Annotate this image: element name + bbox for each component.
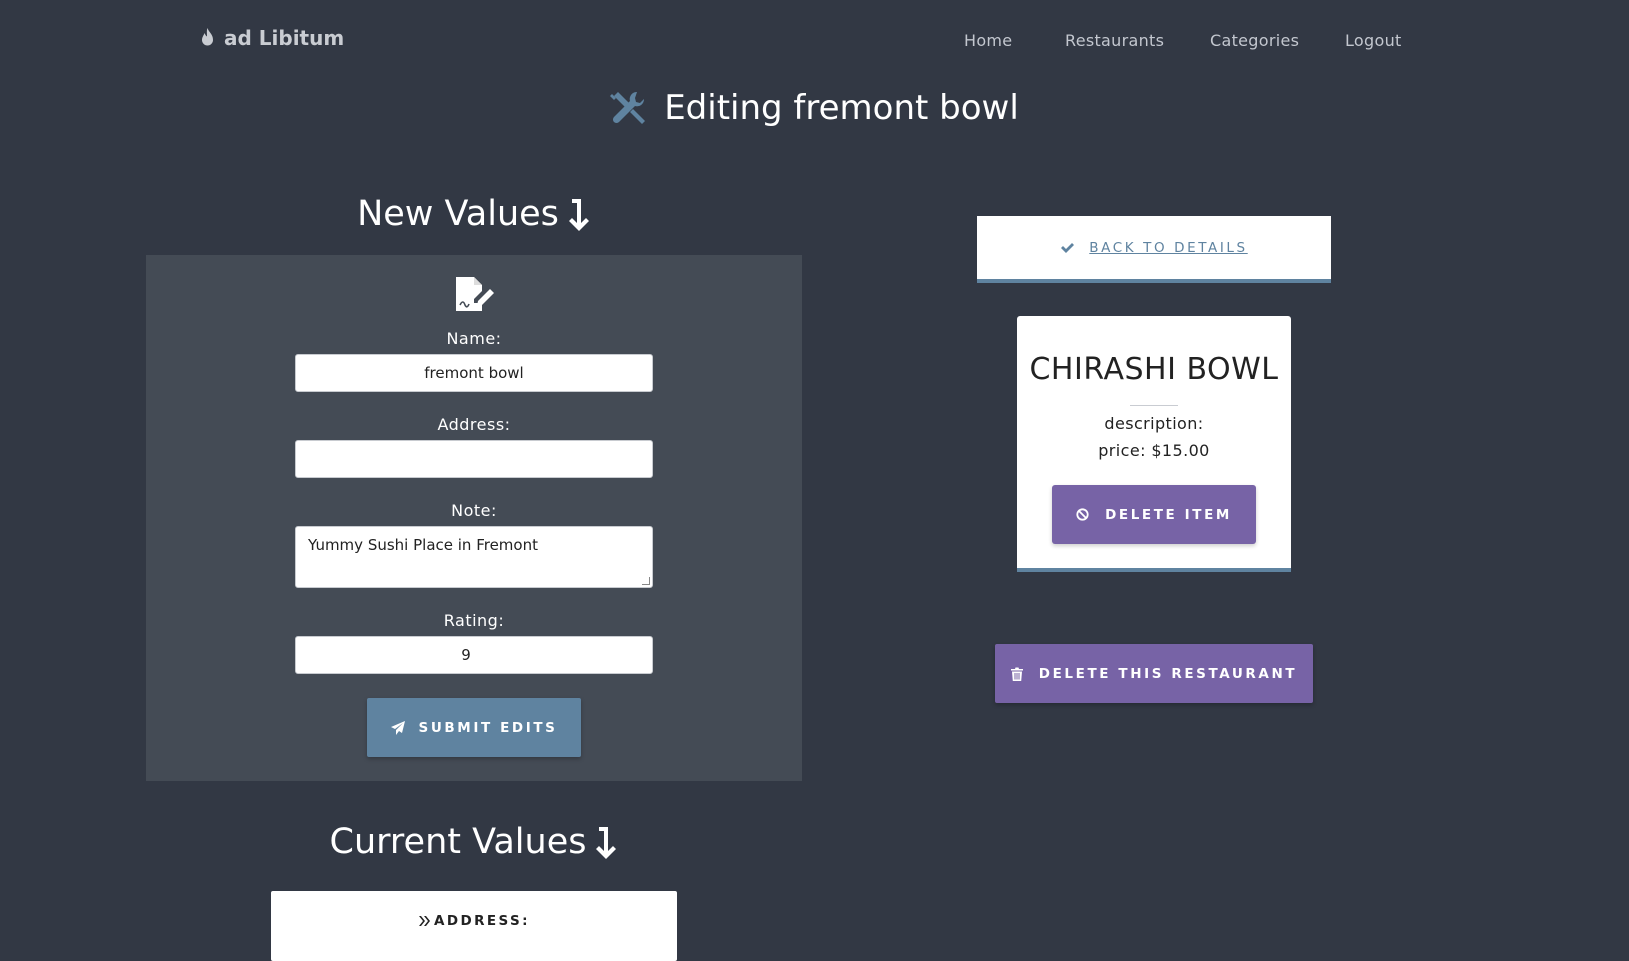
nav-link-home[interactable]: Home [964,31,1012,50]
new-values-heading: New Values [146,194,802,234]
arrow-down-icon [568,199,589,231]
current-values-card: ADDRESS: [271,891,677,961]
check-icon [1061,242,1075,253]
delete-item-button[interactable]: DELETE ITEM [1052,485,1256,544]
menu-item-card: CHIRASHI BOWL description: price: $15.00… [1017,316,1291,572]
note-label: Note: [451,501,497,520]
arrow-down-icon [596,827,617,859]
resize-handle[interactable] [642,577,650,585]
note-textarea[interactable]: Yummy Sushi Place in Fremont [295,526,653,588]
note-text: Yummy Sushi Place in Fremont [308,536,538,554]
new-values-heading-text: New Values [357,194,559,234]
back-card: BACK TO DETAILS [977,216,1331,283]
edit-form: Name: fremont bowl Address: Note: Yummy … [146,255,802,781]
page-title: Editing fremont bowl [0,88,1629,128]
delete-restaurant-label: DELETE THIS RESTAURANT [1038,665,1298,682]
submit-edits-button[interactable]: SUBMIT EDITS [367,698,581,757]
ban-icon [1076,508,1089,521]
delete-restaurant-button[interactable]: DELETE THIS RESTAURANT [995,644,1313,703]
current-address-row: ADDRESS: [271,913,677,929]
back-to-details-link[interactable]: BACK TO DETAILS [1060,240,1247,256]
paper-plane-icon [390,720,405,735]
double-chevron-right-icon [419,916,431,926]
name-label: Name: [446,329,502,348]
name-input[interactable]: fremont bowl [295,354,653,392]
address-label: Address: [437,415,511,434]
item-title: CHIRASHI BOWL [1029,352,1279,387]
rating-label: Rating: [443,611,505,630]
page-title-text: Editing fremont bowl [664,88,1019,128]
back-to-details-label: BACK TO DETAILS [1089,239,1248,256]
item-divider [1130,405,1178,406]
delete-item-label: DELETE ITEM [1105,506,1232,523]
current-values-heading: Current Values [146,822,802,862]
submit-edits-label: SUBMIT EDITS [418,719,558,736]
navbar: ad Libitum Home Restaurants Categories L… [0,0,1629,82]
address-input[interactable] [295,440,653,478]
brand-logo[interactable]: ad Libitum [199,26,344,50]
tools-icon [610,91,646,124]
brand-name: ad Libitum [224,26,345,50]
trash-icon [1010,667,1023,681]
nav-link-logout[interactable]: Logout [1345,31,1402,50]
fire-icon [202,28,213,46]
current-address-label: ADDRESS: [434,913,530,929]
nav-link-categories[interactable]: Categories [1210,31,1299,50]
item-price: price: $15.00 [1098,441,1210,460]
rating-input[interactable]: 9 [295,636,653,674]
file-signature-icon [456,277,494,311]
current-values-heading-text: Current Values [329,822,587,862]
nav-link-restaurants[interactable]: Restaurants [1065,31,1164,50]
item-description: description: [1104,414,1204,433]
